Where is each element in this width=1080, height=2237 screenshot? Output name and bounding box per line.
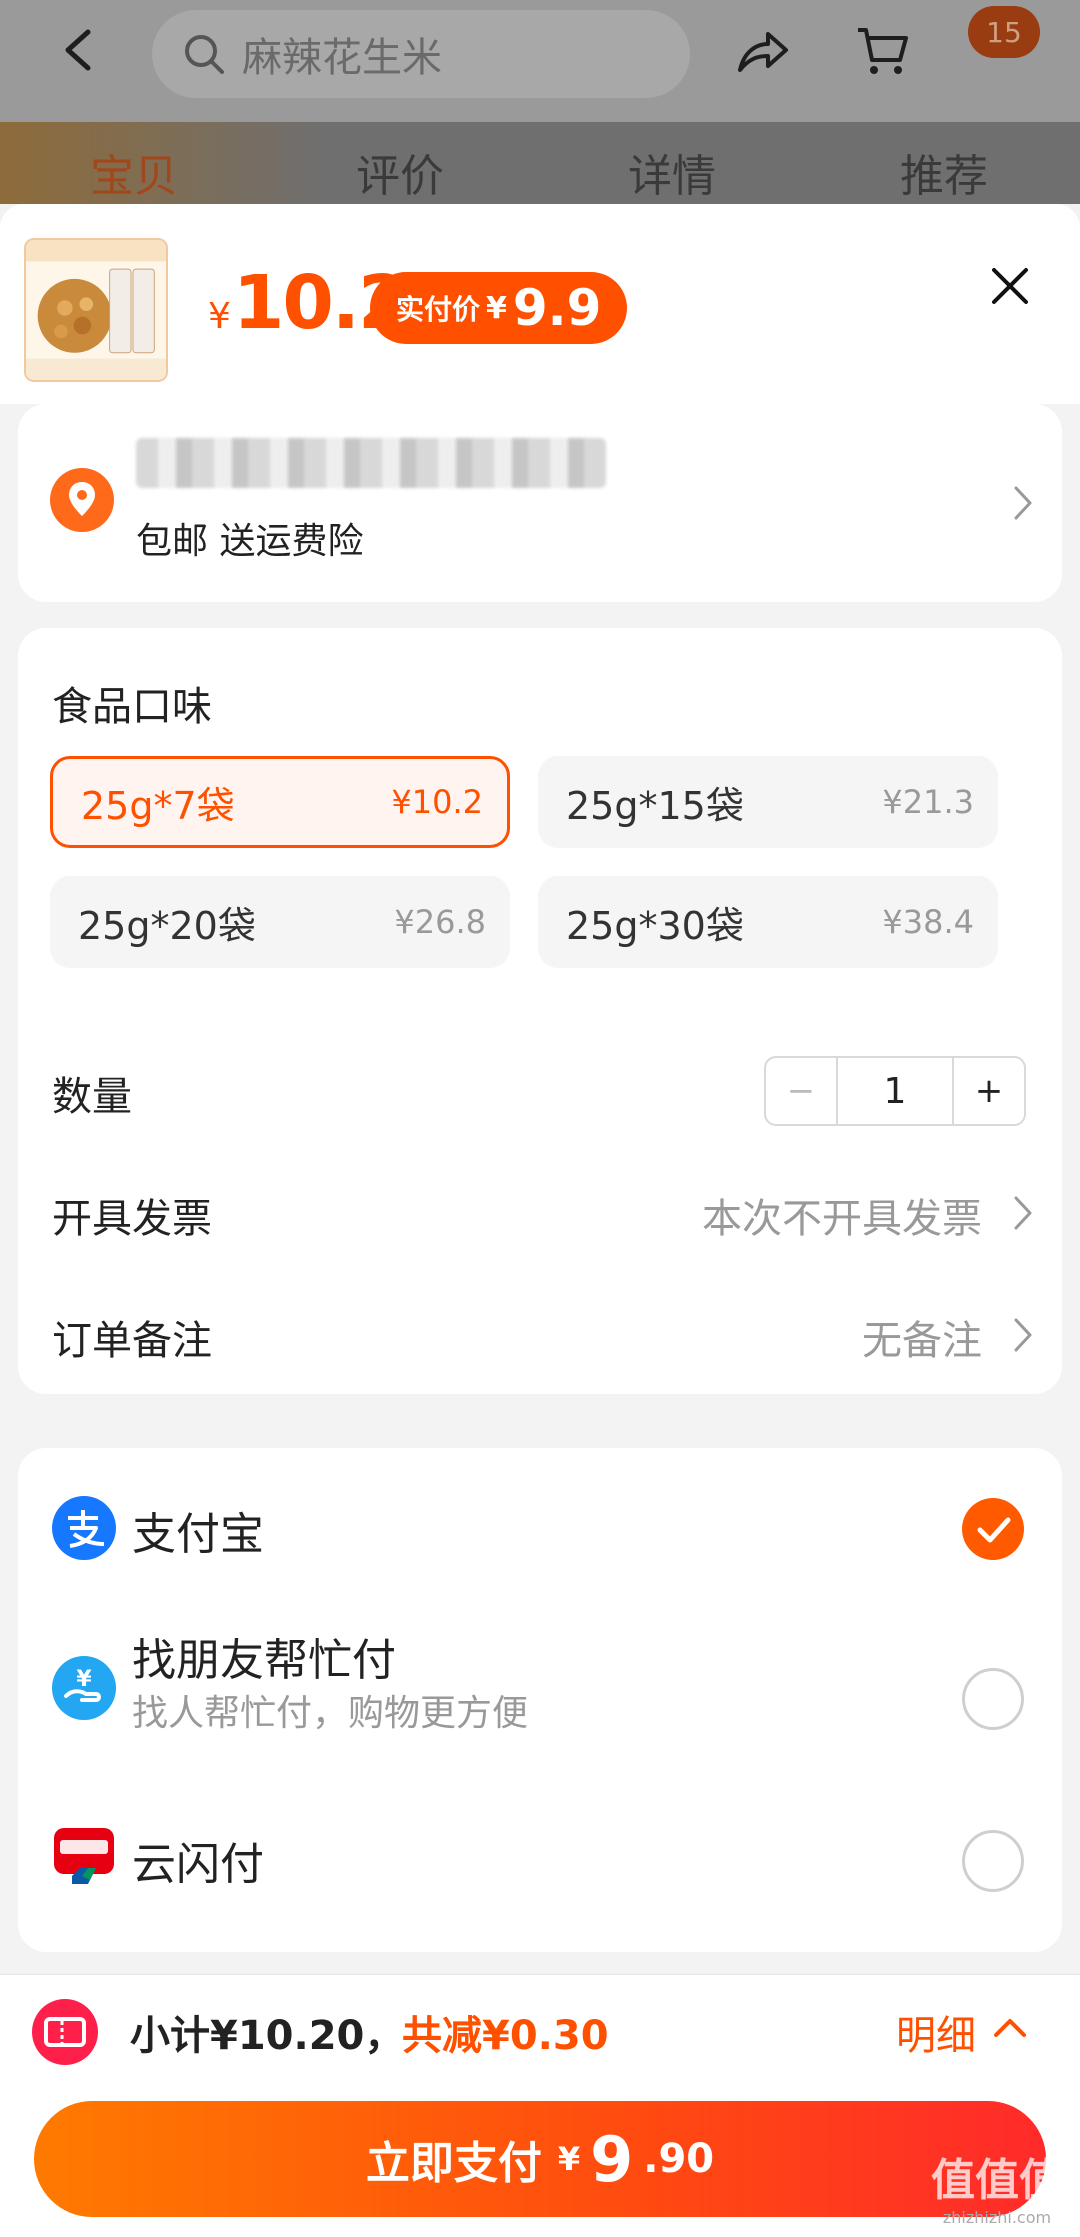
price-symbol: ¥ [208, 296, 231, 337]
pay-now-button[interactable]: 立即支付 ¥ 9 .90 [34, 2101, 1046, 2217]
unionpay-icon [54, 1828, 114, 1884]
spec-option-price: ¥38.4 [882, 903, 974, 941]
spec-option-price: ¥26.8 [394, 903, 486, 941]
spec-option[interactable]: 25g*30袋 ¥38.4 [538, 876, 998, 968]
invoice-label: 开具发票 [52, 1196, 212, 1242]
pay-now-label: 立即支付 [365, 2138, 542, 2189]
quantity-label: 数量 [52, 1074, 132, 1120]
chevron-right-icon [1014, 486, 1032, 520]
payment-method-name: 找朋友帮忙付 [132, 1635, 396, 1686]
search-input[interactable]: 麻辣花生米 [152, 10, 690, 98]
quantity-stepper: − 1 + [764, 1056, 1026, 1126]
checkout-bar: 小计¥10.20， 共减¥0.30 明细 立即支付 ¥ 9 .90 [0, 1974, 1080, 2237]
actual-price-value: 9.9 [512, 279, 602, 337]
order-note-label: 订单备注 [52, 1318, 212, 1364]
watermark-cn: 值值值 [931, 2155, 1063, 2206]
spec-option[interactable]: 25g*20袋 ¥26.8 [50, 876, 510, 968]
spec-option-name: 25g*15袋 [566, 783, 744, 828]
product-header: 麻辣花生米 15 [0, 0, 1080, 122]
payment-method-name: 支付宝 [132, 1509, 264, 1560]
friend-pay-icon: ¥ [52, 1656, 116, 1720]
sheet-header: ¥ 10.2 实付价 ¥ 9.9 [0, 204, 1080, 404]
tab-details[interactable]: 详情 [628, 140, 716, 204]
tab-recommend[interactable]: 推荐 [900, 140, 988, 204]
checkout-page: 麻辣花生米 15 宝贝 评价 详情 推荐 ¥ 10.2 实付价 ¥ 9.9 包邮… [0, 0, 1080, 2237]
spec-option-price: ¥10.2 [391, 783, 483, 821]
radio-unselected[interactable] [962, 1668, 1024, 1730]
svg-text:¥: ¥ [76, 1667, 92, 1692]
cart-icon[interactable] [854, 22, 910, 78]
checkout-sheet: ¥ 10.2 实付价 ¥ 9.9 包邮 送运费险 食品口味 25g*7袋 ¥10… [0, 204, 1080, 2237]
spec-option-price: ¥21.3 [882, 783, 974, 821]
actual-price-badge: 实付价 ¥ 9.9 [370, 272, 628, 344]
radio-unselected[interactable] [962, 1830, 1024, 1892]
check-icon [977, 1517, 1011, 1543]
close-icon[interactable] [988, 264, 1032, 308]
spec-option[interactable]: 25g*15袋 ¥21.3 [538, 756, 998, 848]
radio-selected[interactable] [962, 1498, 1024, 1560]
increase-button[interactable]: + [954, 1058, 1024, 1124]
discount-text: 共减¥0.30 [402, 2013, 609, 2059]
pay-now-decimal: .90 [643, 2136, 715, 2182]
tab-item[interactable]: 宝贝 [90, 140, 178, 204]
quantity-input[interactable]: 1 [836, 1058, 954, 1124]
actual-price-label: 实付价 [396, 293, 481, 326]
order-note-value[interactable]: 无备注 [862, 1308, 982, 1366]
pay-now-symbol: ¥ [557, 2140, 581, 2178]
shipping-info: 包邮 送运费险 [136, 521, 364, 562]
invoice-value[interactable]: 本次不开具发票 [702, 1186, 982, 1244]
address-redacted [136, 438, 606, 488]
back-icon[interactable] [58, 26, 98, 74]
watermark: 值值值 zhizhizhi.com [922, 2144, 1072, 2234]
payment-method-name: 云闪付 [132, 1839, 264, 1890]
location-icon [50, 468, 114, 532]
actual-price-symbol: ¥ [486, 290, 507, 326]
tab-reviews[interactable]: 评价 [356, 140, 444, 204]
product-thumbnail [24, 238, 168, 382]
spec-option-name: 25g*20袋 [78, 903, 256, 948]
chevron-right-icon [1014, 1318, 1032, 1352]
search-placeholder: 麻辣花生米 [242, 35, 442, 81]
address-card[interactable]: 包邮 送运费险 [18, 404, 1062, 602]
pay-now-int: 9 [590, 2122, 634, 2196]
detail-link[interactable]: 明细 [896, 2003, 976, 2061]
subtotal-text: 小计¥10.20， [130, 2013, 405, 2059]
chevron-up-icon[interactable] [992, 2015, 1028, 2039]
payment-card: 支付宝 ¥ 找朋友帮忙付 找人帮忙付，购物更方便 云闪付 [18, 1448, 1062, 1952]
spec-card: 食品口味 25g*7袋 ¥10.2 25g*15袋 ¥21.3 25g*20袋 … [18, 628, 1062, 1394]
cart-badge: 15 [968, 6, 1040, 58]
alipay-icon [52, 1496, 116, 1560]
coupon-icon [32, 1999, 98, 2065]
share-icon[interactable] [734, 24, 790, 80]
payment-method-subtitle: 找人帮忙付，购物更方便 [132, 1693, 529, 1734]
spec-option[interactable]: 25g*7袋 ¥10.2 [50, 756, 510, 848]
decrease-button[interactable]: − [766, 1058, 836, 1124]
spec-option-name: 25g*30袋 [566, 903, 744, 948]
search-icon [185, 35, 224, 74]
spec-option-name: 25g*7袋 [81, 783, 235, 828]
watermark-en: zhizhizhi.com [942, 2208, 1052, 2227]
spec-title: 食品口味 [52, 684, 212, 730]
chevron-right-icon [1014, 1196, 1032, 1230]
